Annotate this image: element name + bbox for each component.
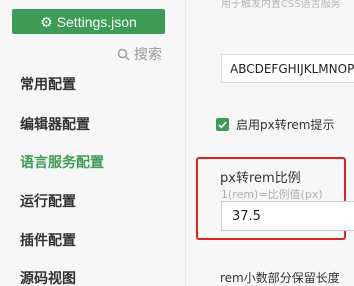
px-to-rem-ratio-hint: 1(rem)=比例值(px) <box>221 188 323 201</box>
checkbox-checked-icon[interactable] <box>216 118 229 131</box>
settings-json-button[interactable]: ⚙ Settings.json <box>12 9 165 34</box>
sidebar-item-common-config[interactable]: 常用配置 <box>20 74 76 94</box>
px-to-rem-ratio-input[interactable]: 37.5 <box>221 201 354 231</box>
sidebar-item-run-config[interactable]: 运行配置 <box>20 191 76 211</box>
sidebar-item-source-view[interactable]: 源码视图 <box>20 268 76 286</box>
search-button[interactable]: 搜索 <box>117 44 162 64</box>
px-to-rem-ratio-title: px转rem比例 <box>220 171 301 186</box>
truncated-hint-text: 用于触发内置CSS语言服务 <box>221 0 341 10</box>
settings-json-label: Settings.json <box>56 13 137 30</box>
rem-decimal-length-label: rem小数部分保留长度 <box>220 271 340 285</box>
search-icon <box>117 48 130 61</box>
sidebar-item-language-service-config[interactable]: 语言服务配置 <box>20 152 104 172</box>
settings-panel: 用于触发内置CSS语言服务 ABCDEFGHIJKLMNOPQRSTUVWXYZ… <box>186 0 354 286</box>
settings-sidebar: ⚙ Settings.json 搜索 常用配置 编辑器配置 语言服务配置 运行配… <box>0 0 185 286</box>
search-label: 搜索 <box>134 47 162 63</box>
sidebar-item-plugin-config[interactable]: 插件配置 <box>20 230 76 250</box>
sidebar-item-editor-config[interactable]: 编辑器配置 <box>20 114 90 134</box>
px-to-rem-label: 启用px转rem提示 <box>236 118 335 132</box>
px-to-rem-toggle[interactable]: 启用px转rem提示 <box>216 116 334 133</box>
font-preview-input[interactable]: ABCDEFGHIJKLMNOPQRSTUVWXYZ <box>221 54 354 83</box>
gear-icon: ⚙ <box>40 13 53 30</box>
